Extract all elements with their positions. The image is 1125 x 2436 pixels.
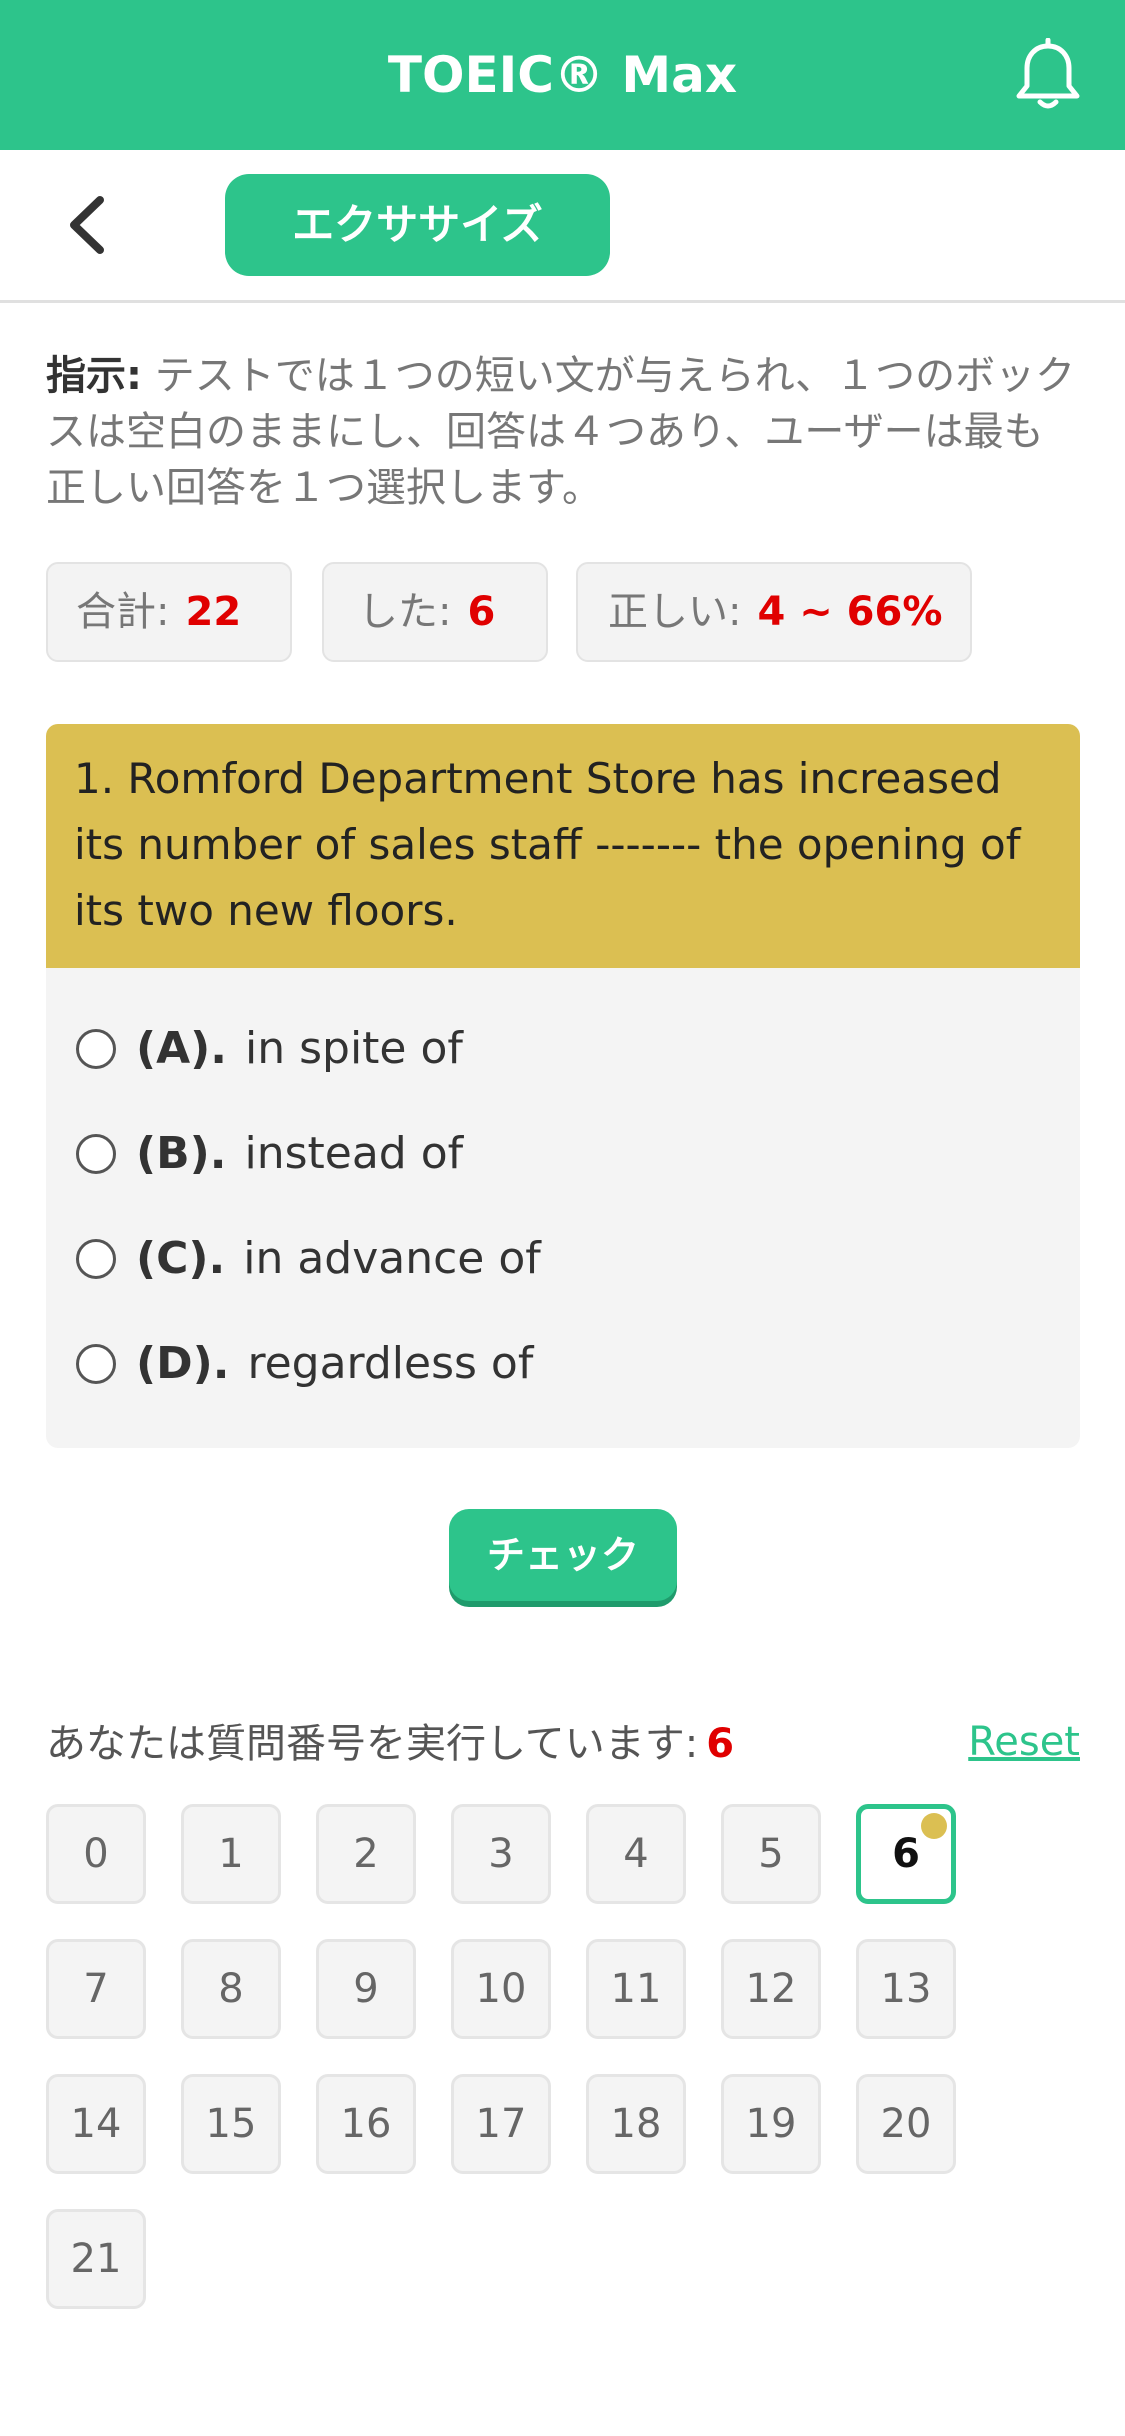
stat-done-value: 6 [467, 589, 496, 635]
question-number-button[interactable]: 3 [451, 1804, 551, 1904]
question-number-button[interactable]: 2 [316, 1804, 416, 1904]
instructions-text: テストでは１つの短い文が与えられ、１つのボックスは空白のままにし、回答は４つあり… [46, 353, 1076, 511]
current-question-number: 6 [706, 1721, 735, 1767]
question-number-button[interactable]: 14 [46, 2074, 146, 2174]
question-number-button[interactable]: 10 [451, 1939, 551, 2039]
sub-navigation: エクササイズ [0, 150, 1125, 303]
question-number-button[interactable]: 21 [46, 2209, 146, 2309]
question-number-button[interactable]: 1 [181, 1804, 281, 1904]
stat-done-label: した: [358, 589, 452, 635]
question-number-button-active[interactable]: 6 [856, 1804, 956, 1904]
app-title: TOEIC® Max [387, 46, 738, 104]
instructions-label: 指示: [46, 353, 142, 399]
question-number-button[interactable]: 17 [451, 2074, 551, 2174]
option-d[interactable]: (D). regardless of [46, 1311, 1080, 1416]
instructions: 指示: テストでは１つの短い文が与えられ、１つのボックスは空白のままにし、回答は… [46, 348, 1076, 516]
option-text: instead of [244, 1128, 464, 1179]
stat-total: 合計: 22 [46, 562, 292, 662]
question-number-button[interactable]: 20 [856, 2074, 956, 2174]
radio-button[interactable] [76, 1133, 116, 1174]
question-number-button[interactable]: 19 [721, 2074, 821, 2174]
check-button[interactable]: チェック [449, 1509, 677, 1601]
current-marker-dot [921, 1813, 947, 1839]
radio-button[interactable] [76, 1238, 116, 1279]
question-card: 1. Romford Department Store has increase… [46, 724, 1080, 1448]
question-number-button[interactable]: 4 [586, 1804, 686, 1904]
current-question-indicator: あなたは質問番号を実行しています: 6 [46, 1714, 734, 1774]
question-number-button[interactable]: 0 [46, 1804, 146, 1904]
option-text: regardless of [247, 1338, 534, 1389]
radio-button[interactable] [76, 1343, 116, 1384]
radio-button[interactable] [76, 1028, 116, 1069]
question-number-button[interactable]: 5 [721, 1804, 821, 1904]
stat-total-value: 22 [185, 589, 242, 635]
app-header: TOEIC® Max [0, 0, 1125, 150]
question-number-button[interactable]: 7 [46, 1939, 146, 2039]
option-a[interactable]: (A). in spite of [46, 996, 1080, 1101]
option-text: in advance of [243, 1233, 541, 1284]
stat-correct-value: 4 ~ 66% [757, 589, 943, 635]
answer-options: (A). in spite of (B). instead of (C). in… [46, 968, 1080, 1416]
question-number-button[interactable]: 12 [721, 1939, 821, 2039]
stat-total-label: 合計: [76, 589, 170, 635]
question-number-button[interactable]: 15 [181, 2074, 281, 2174]
chevron-left-icon[interactable] [60, 190, 120, 260]
question-number-button[interactable]: 13 [856, 1939, 956, 2039]
option-b[interactable]: (B). instead of [46, 1101, 1080, 1206]
question-number-button[interactable]: 8 [181, 1939, 281, 2039]
question-text: 1. Romford Department Store has increase… [46, 724, 1080, 968]
running-label: あなたは質問番号を実行しています: [46, 1721, 699, 1767]
option-letter: (A). [136, 1023, 227, 1074]
question-number-button[interactable]: 16 [316, 2074, 416, 2174]
stat-done: した: 6 [322, 562, 548, 662]
option-letter: (B). [136, 1128, 227, 1179]
question-number-button[interactable]: 18 [586, 2074, 686, 2174]
option-text: in spite of [245, 1023, 463, 1074]
option-c[interactable]: (C). in advance of [46, 1206, 1080, 1311]
option-letter: (D). [136, 1338, 230, 1389]
reset-link[interactable]: Reset [968, 1712, 1080, 1772]
stat-correct-label: 正しい: [608, 589, 742, 635]
question-number-button[interactable]: 9 [316, 1939, 416, 2039]
stat-correct: 正しい: 4 ~ 66% [576, 562, 972, 662]
question-number-button[interactable]: 11 [586, 1939, 686, 2039]
bell-icon[interactable] [1013, 37, 1083, 113]
tab-exercise[interactable]: エクササイズ [225, 174, 610, 276]
option-letter: (C). [136, 1233, 226, 1284]
